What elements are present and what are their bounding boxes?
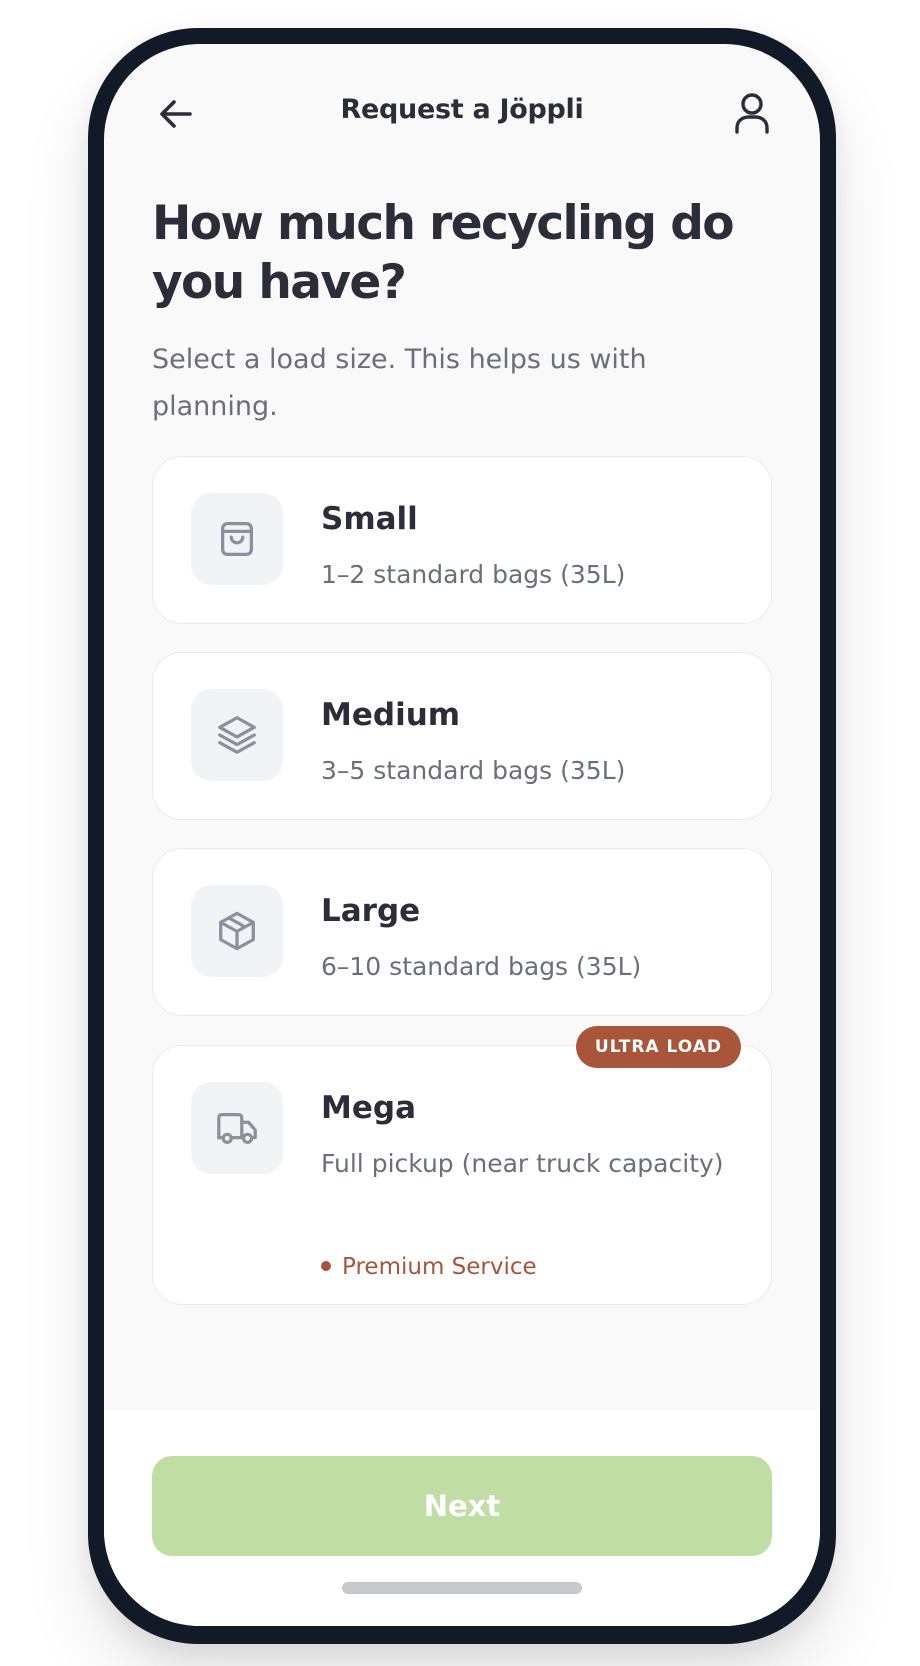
option-title: Medium (321, 697, 461, 733)
option-title: Mega (321, 1090, 416, 1126)
icon-tile (191, 493, 283, 585)
option-description: 1–2 standard bags (35L) (321, 560, 626, 589)
option-description: Full pickup (near truck capacity) (321, 1149, 724, 1178)
screen-subtitle: Select a load size. This helps us with p… (152, 344, 647, 422)
option-description: 6–10 standard bags (35L) (321, 952, 642, 981)
load-option-large[interactable]: Large 6–10 standard bags (35L) (152, 848, 772, 1016)
icon-tile (191, 689, 283, 781)
premium-service-label: Premium Service (321, 1254, 537, 1280)
icon-tile (191, 885, 283, 977)
option-title: Small (321, 501, 418, 537)
user-icon (735, 93, 769, 134)
load-option-medium[interactable]: Medium 3–5 standard bags (35L) (152, 652, 772, 820)
option-title: Large (321, 893, 421, 929)
bottom-bar: Next (104, 1410, 820, 1626)
screen-heading: How much recycling do you have? (152, 196, 735, 310)
premium-service-text: Premium Service (342, 1254, 537, 1280)
box-icon (219, 911, 255, 951)
truck-icon (217, 1112, 257, 1145)
status-dot (321, 1260, 331, 1271)
app-screen: Request a Jöppli How much recycling do y… (104, 44, 820, 1626)
icon-tile (191, 1082, 283, 1174)
option-description: 3–5 standard bags (35L) (321, 756, 626, 785)
load-option-small[interactable]: Small 1–2 standard bags (35L) (152, 456, 772, 624)
page-title: Request a Jöppli (340, 94, 584, 125)
home-indicator (342, 1582, 582, 1594)
load-option-mega[interactable]: ULTRA LOAD Mega Full pickup (near truck … (152, 1026, 772, 1305)
profile-button[interactable] (730, 90, 774, 136)
ultra-load-badge: ULTRA LOAD (575, 1026, 741, 1068)
layers-icon (218, 716, 256, 754)
next-button[interactable]: Next (152, 1456, 772, 1556)
shopping-bag-icon (220, 522, 254, 556)
top-bar: Request a Jöppli (104, 44, 820, 184)
